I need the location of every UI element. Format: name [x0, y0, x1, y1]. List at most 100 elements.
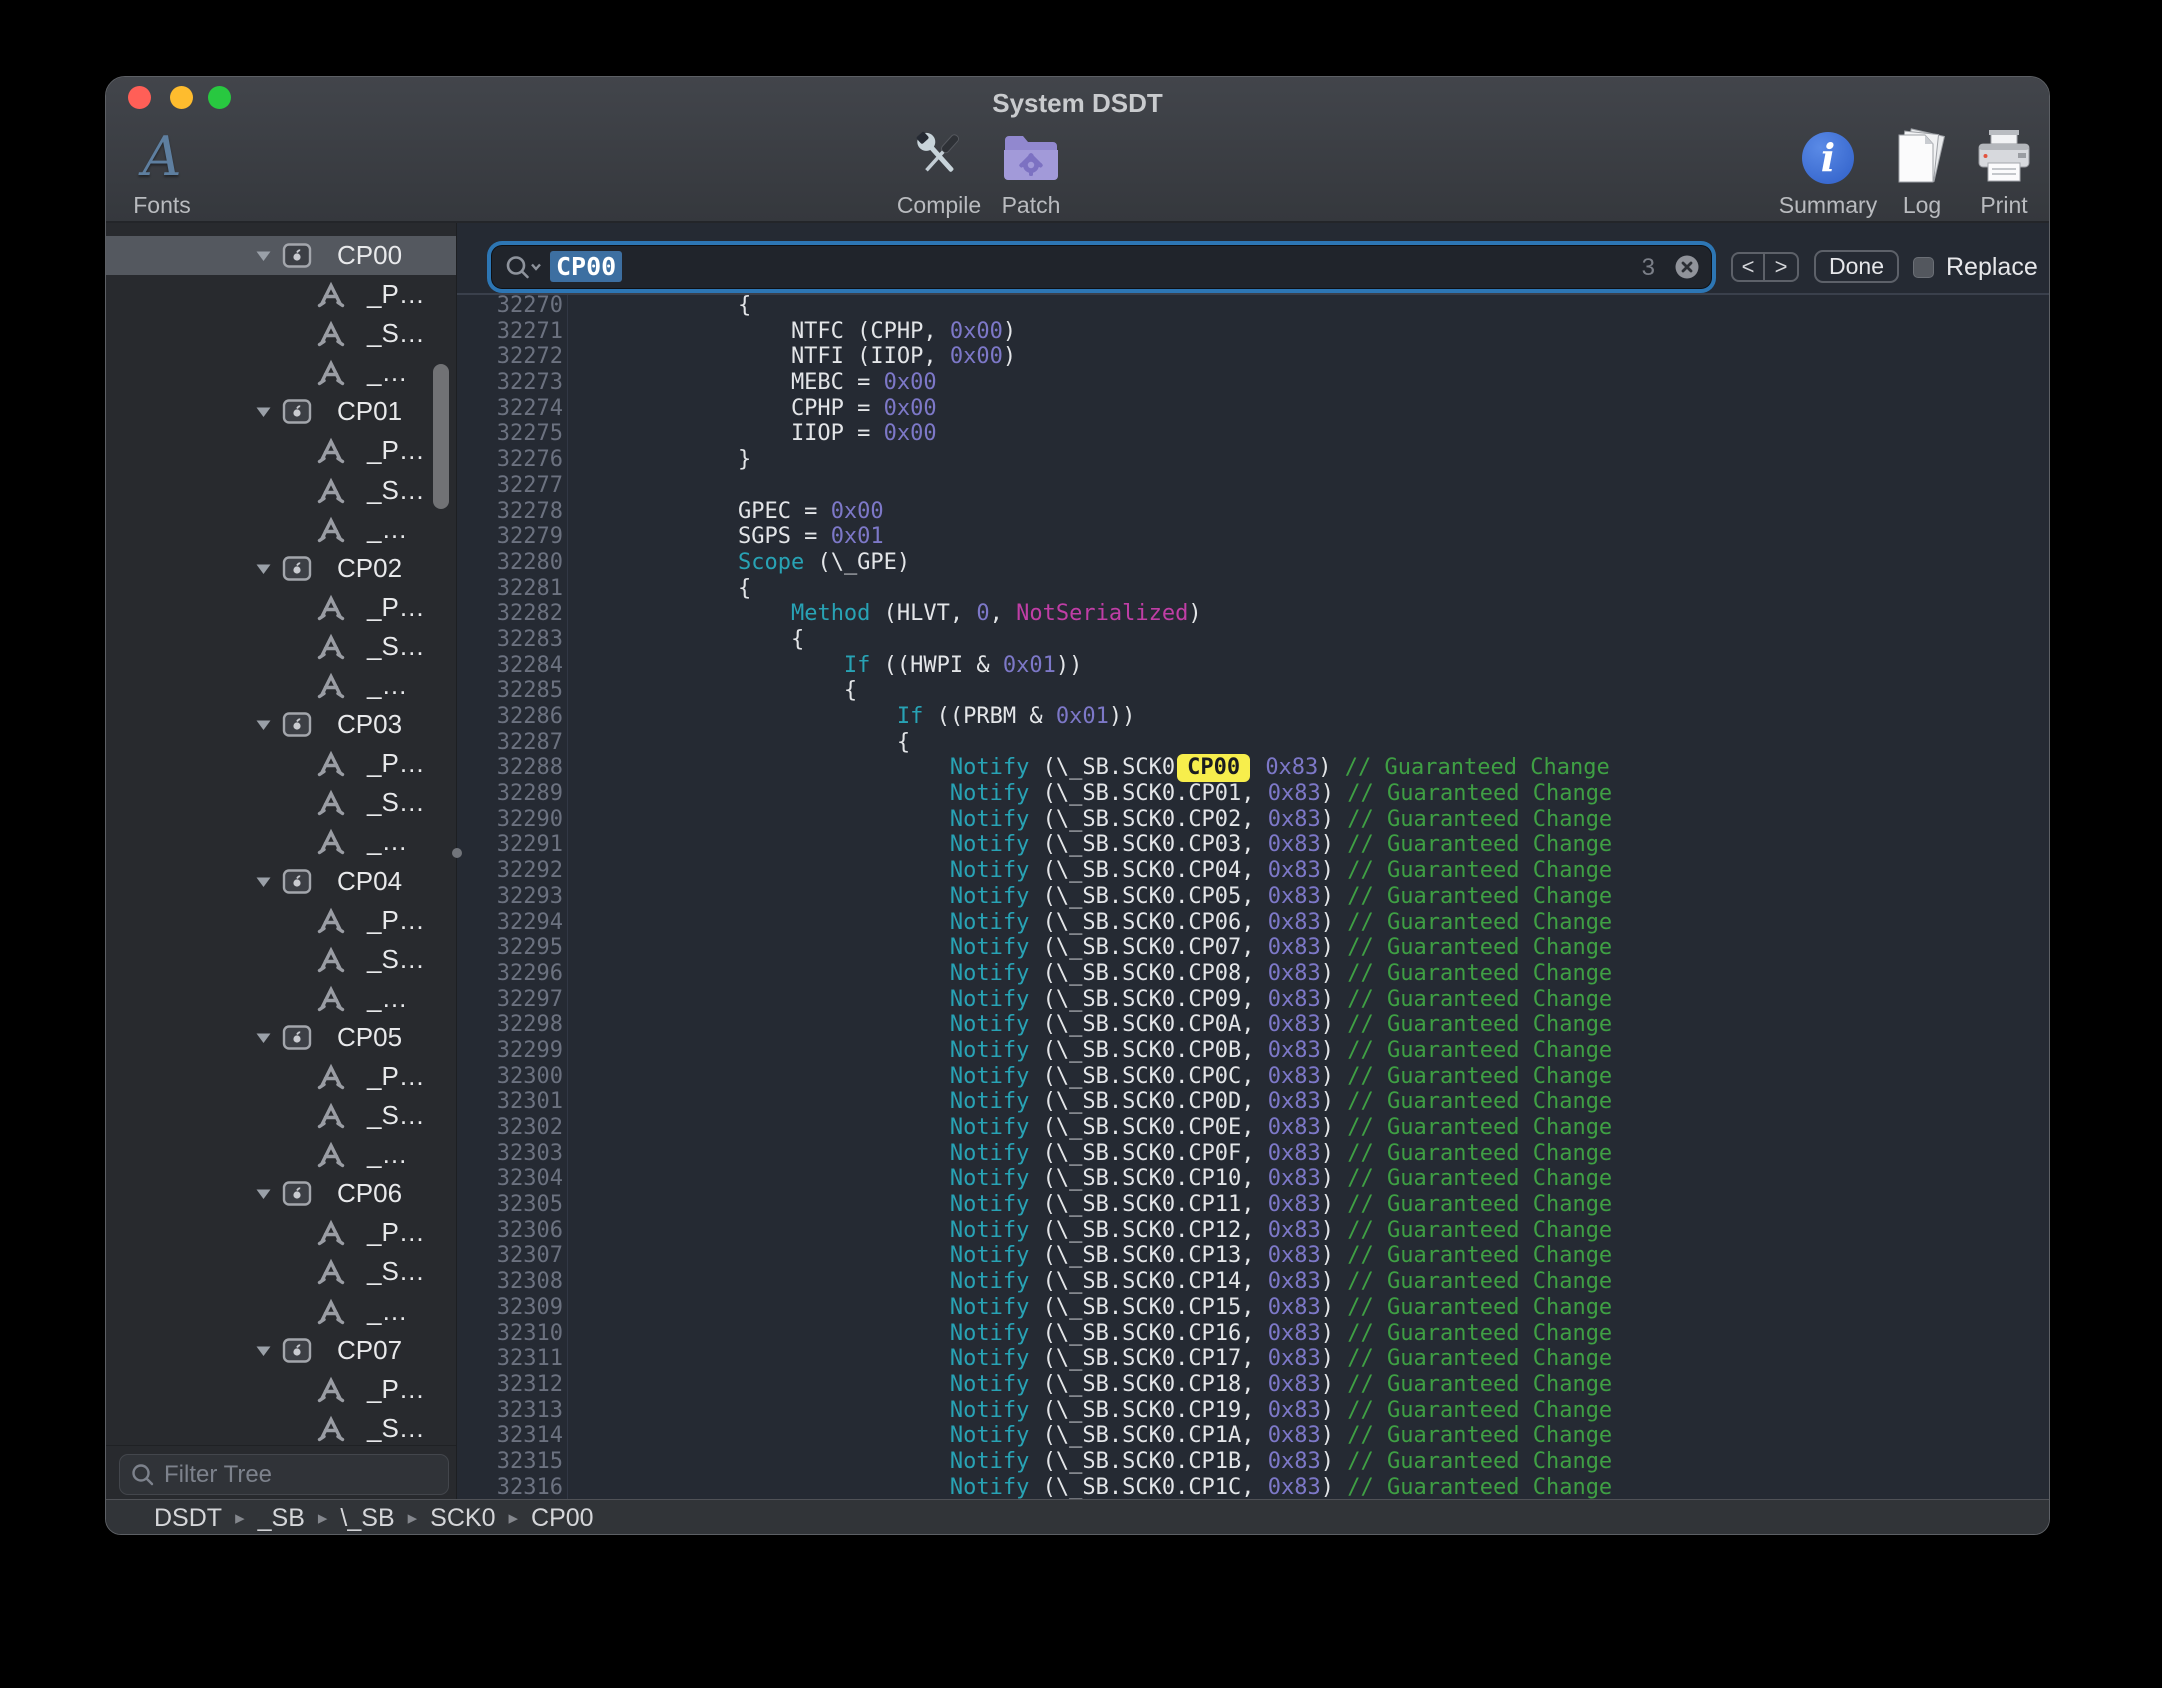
filter-area: Filter Tree [106, 1445, 456, 1499]
tree-row[interactable]: _S… [106, 314, 456, 353]
disclosure-triangle-icon[interactable] [255, 718, 272, 737]
line-number: 32292 [457, 858, 563, 884]
line-number: 32284 [457, 653, 563, 679]
disclosure-triangle-icon[interactable] [255, 1344, 272, 1363]
code-line: 32287 { [457, 730, 2049, 756]
tree-row[interactable]: _P… [106, 901, 456, 940]
code-line: 32307 Notify (\_SB.SCK0.CP13, 0x83) // G… [457, 1243, 2049, 1269]
tree-row[interactable]: _P… [106, 275, 456, 314]
tree-row-label: _S… [367, 1096, 425, 1135]
line-number: 32277 [457, 473, 563, 499]
tree-row[interactable]: _S… [106, 940, 456, 979]
breadcrumb-item[interactable]: \_SB [340, 1504, 394, 1533]
tree-row[interactable]: _… [106, 1292, 456, 1331]
tree-row[interactable]: _… [106, 979, 456, 1018]
line-number: 32311 [457, 1346, 563, 1372]
breadcrumb-item[interactable]: DSDT [154, 1504, 222, 1533]
method-icon [316, 593, 346, 627]
search-input[interactable]: CP00 3 [492, 246, 1711, 288]
outline-tree[interactable]: CP00_P…_S…_…CP01_P…_S…_…CP02_P…_S…_…CP03… [106, 223, 456, 1445]
tree-row[interactable]: _… [106, 353, 456, 392]
code-line: 32274 CPHP = 0x00 [457, 396, 2049, 422]
done-button[interactable]: Done [1814, 250, 1899, 283]
tree-row-label: CP01 [337, 392, 402, 431]
tree-row-label: _… [367, 1292, 407, 1331]
line-number: 32296 [457, 961, 563, 987]
code-line: 32290 Notify (\_SB.SCK0.CP02, 0x83) // G… [457, 807, 2049, 833]
replace-checkbox[interactable] [1913, 257, 1934, 278]
patch-icon [1001, 127, 1061, 188]
tree-row[interactable]: _… [106, 822, 456, 861]
code-line: 32305 Notify (\_SB.SCK0.CP11, 0x83) // G… [457, 1192, 2049, 1218]
tree-row[interactable]: _S… [106, 783, 456, 822]
tree-row[interactable]: CP06 [106, 1174, 456, 1213]
code-line: 32292 Notify (\_SB.SCK0.CP04, 0x83) // G… [457, 858, 2049, 884]
method-icon [316, 671, 346, 705]
tree-row[interactable]: CP03 [106, 705, 456, 744]
device-icon [282, 1337, 312, 1369]
toolbar-item-fonts[interactable]: A Fonts [105, 127, 237, 219]
filter-tree-input[interactable]: Filter Tree [119, 1454, 449, 1495]
breadcrumb-item[interactable]: SCK0 [430, 1504, 495, 1533]
code-line: 32302 Notify (\_SB.SCK0.CP0E, 0x83) // G… [457, 1115, 2049, 1141]
find-next-button[interactable]: > [1765, 254, 1797, 280]
toolbar-item-patch[interactable]: Patch [956, 127, 1106, 219]
tree-row[interactable]: _P… [106, 1370, 456, 1409]
tree-row[interactable]: _S… [106, 1252, 456, 1291]
breadcrumb-item[interactable]: CP00 [531, 1504, 594, 1533]
method-icon [316, 1257, 346, 1291]
disclosure-triangle-icon[interactable] [255, 875, 272, 894]
line-number: 32310 [457, 1321, 563, 1347]
code-line: 32286 If ((PRBM & 0x01)) [457, 704, 2049, 730]
line-number: 32288 [457, 755, 563, 781]
tree-row[interactable]: _P… [106, 1213, 456, 1252]
clear-search-icon[interactable] [1673, 253, 1701, 281]
code-line: 32295 Notify (\_SB.SCK0.CP07, 0x83) // G… [457, 935, 2049, 961]
window-title: System DSDT [106, 88, 2049, 119]
tree-row[interactable]: _P… [106, 588, 456, 627]
tree-row[interactable]: CP01 [106, 392, 456, 431]
code-line: 32316 Notify (\_SB.SCK0.CP1C, 0x83) // G… [457, 1475, 2049, 1499]
tree-row[interactable]: _S… [106, 1409, 456, 1445]
line-number: 32283 [457, 627, 563, 653]
find-previous-button[interactable]: < [1733, 254, 1765, 280]
tree-row[interactable]: CP02 [106, 549, 456, 588]
tree-row[interactable]: CP04 [106, 862, 456, 901]
line-number: 32274 [457, 396, 563, 422]
toolbar-item-print[interactable]: Print [1929, 127, 2050, 219]
tree-row[interactable]: _… [106, 1135, 456, 1174]
method-icon [316, 632, 346, 666]
breadcrumb-item[interactable]: _SB [258, 1504, 305, 1533]
sidebar-scrollbar[interactable] [433, 364, 449, 509]
tree-row[interactable]: _S… [106, 627, 456, 666]
tree-row-label: CP03 [337, 705, 402, 744]
tree-row[interactable]: _S… [106, 1096, 456, 1135]
disclosure-triangle-icon[interactable] [255, 249, 272, 268]
search-menu-icon[interactable] [504, 254, 544, 281]
device-icon [282, 868, 312, 900]
tree-row[interactable]: _P… [106, 1057, 456, 1096]
tree-row[interactable]: CP05 [106, 1018, 456, 1057]
code-editor[interactable]: 32270 {32271 NTFC (CPHP, 0x00)32272 NTFI… [457, 295, 2049, 1499]
code-line: 32284 If ((HWPI & 0x01)) [457, 653, 2049, 679]
tree-row-label: _S… [367, 783, 425, 822]
disclosure-triangle-icon[interactable] [255, 1187, 272, 1206]
disclosure-triangle-icon[interactable] [255, 1031, 272, 1050]
tree-row[interactable]: _P… [106, 744, 456, 783]
method-icon [316, 476, 346, 510]
tree-row[interactable]: _… [106, 510, 456, 549]
disclosure-triangle-icon[interactable] [255, 405, 272, 424]
titlebar-toolbar: System DSDT A Fonts [106, 77, 2049, 223]
tree-row[interactable]: _S… [106, 471, 456, 510]
pane-splitter-handle[interactable] [452, 848, 462, 858]
tree-row-label: _… [367, 666, 407, 705]
tree-row[interactable]: CP00 [106, 236, 456, 275]
code-line: 32273 MEBC = 0x00 [457, 370, 2049, 396]
fonts-icon: A [143, 125, 182, 188]
tree-row[interactable]: _P… [106, 431, 456, 470]
line-number: 32270 [457, 295, 563, 319]
tree-row[interactable]: _… [106, 666, 456, 705]
device-icon [282, 1180, 312, 1212]
disclosure-triangle-icon[interactable] [255, 562, 272, 581]
tree-row[interactable]: CP07 [106, 1331, 456, 1370]
